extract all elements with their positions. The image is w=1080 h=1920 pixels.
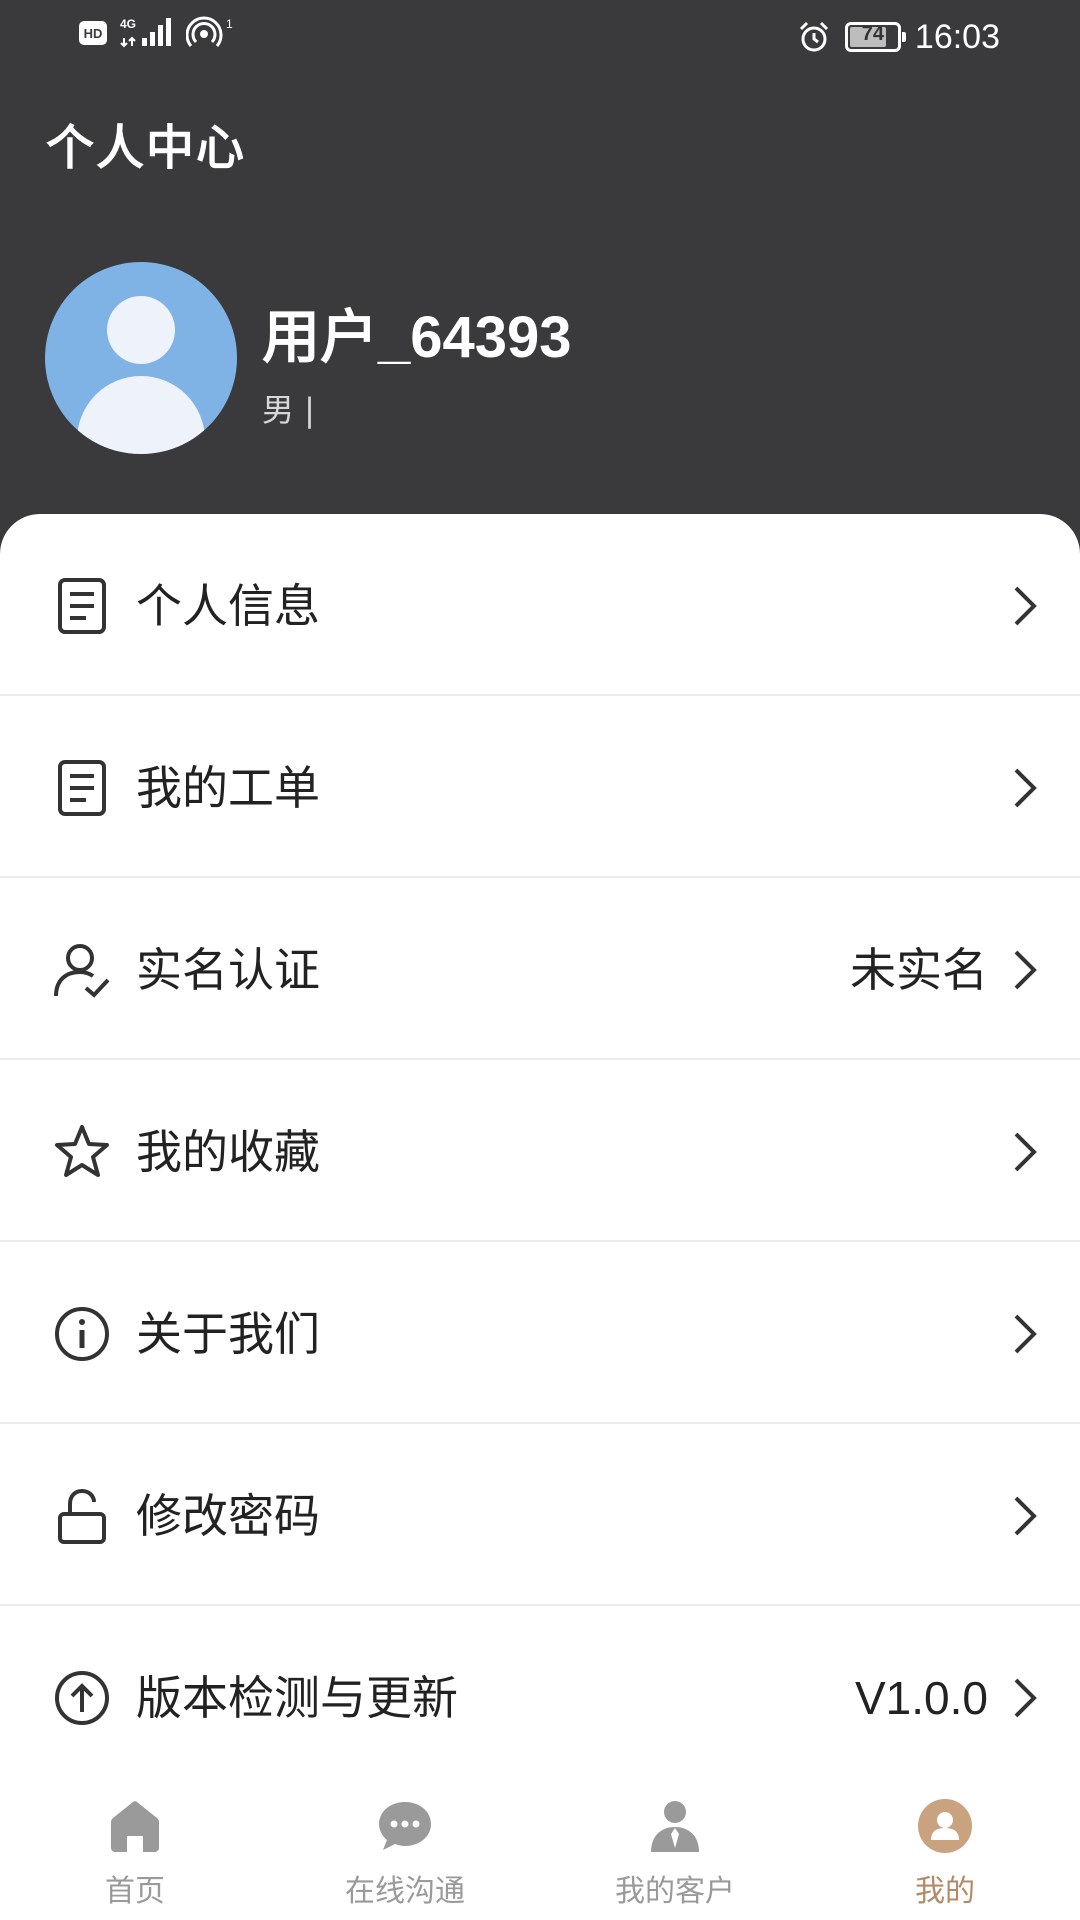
chevron-right-icon bbox=[1014, 586, 1037, 626]
chevron-right-icon bbox=[1014, 1496, 1037, 1536]
info-icon bbox=[55, 1307, 109, 1361]
menu-item-favorites[interactable]: 我的收藏 bbox=[0, 1060, 1080, 1242]
battery-icon: 74 bbox=[844, 22, 906, 52]
signal-icon: 4G bbox=[120, 17, 171, 48]
username: 用户_64393 bbox=[262, 305, 572, 370]
tab-label: 在线沟通 bbox=[345, 1874, 465, 1909]
chevron-right-icon bbox=[1014, 1132, 1037, 1172]
chevron-right-icon bbox=[1014, 768, 1037, 808]
hotspot-count-text: 1 bbox=[226, 17, 233, 31]
tab-online-chat[interactable]: 在线沟通 bbox=[270, 1770, 540, 1920]
menu-item-label: 个人信息 bbox=[136, 579, 320, 633]
customer-icon bbox=[651, 1801, 699, 1852]
page-title: 个人中心 bbox=[46, 120, 247, 176]
status-bar: HD 4G 1 74 16:03 bbox=[0, 0, 1080, 78]
tab-mine[interactable]: 我的 bbox=[810, 1770, 1080, 1920]
battery-level: 74 bbox=[861, 23, 885, 45]
menu-item-real-name-auth[interactable]: 实名认证 未实名 bbox=[0, 878, 1080, 1060]
menu-item-label: 修改密码 bbox=[136, 1489, 320, 1543]
chat-icon bbox=[379, 1802, 431, 1850]
chevron-right-icon bbox=[1014, 1678, 1037, 1718]
hd-icon: HD bbox=[79, 21, 107, 45]
bottom-nav: 首页 在线沟通 我的客户 我的 bbox=[0, 1770, 1080, 1920]
star-icon bbox=[55, 1125, 109, 1177]
alarm-icon bbox=[799, 21, 828, 52]
status-right: 74 16:03 bbox=[797, 14, 1000, 60]
menu-item-label: 我的工单 bbox=[136, 761, 320, 815]
tab-my-customers[interactable]: 我的客户 bbox=[540, 1770, 810, 1920]
version-number: V1.0.0 bbox=[855, 1672, 988, 1724]
user-gender: 男 | bbox=[262, 391, 315, 429]
chevron-right-icon bbox=[1014, 1314, 1037, 1354]
menu-item-label: 实名认证 bbox=[136, 943, 320, 997]
avatar-head bbox=[107, 296, 175, 364]
home-icon bbox=[111, 1801, 159, 1852]
user-verify-icon bbox=[54, 944, 110, 998]
status-time: 16:03 bbox=[914, 18, 1000, 56]
profile-icon bbox=[918, 1799, 972, 1853]
tab-home[interactable]: 首页 bbox=[0, 1770, 270, 1920]
hd-text: HD bbox=[84, 26, 103, 41]
tab-label: 我的 bbox=[915, 1874, 975, 1909]
menu-item-change-password[interactable]: 修改密码 bbox=[0, 1424, 1080, 1606]
menu-item-work-orders[interactable]: 我的工单 bbox=[0, 696, 1080, 878]
tab-label: 我的客户 bbox=[615, 1874, 735, 1909]
document-icon bbox=[58, 760, 106, 816]
menu-item-about-us[interactable]: 关于我们 bbox=[0, 1242, 1080, 1424]
real-name-status: 未实名 bbox=[850, 943, 988, 997]
avatar-body bbox=[77, 376, 205, 454]
menu-item-label: 我的收藏 bbox=[136, 1125, 320, 1179]
upload-arrow-icon bbox=[55, 1671, 109, 1725]
document-icon bbox=[58, 578, 106, 634]
tab-label: 首页 bbox=[105, 1874, 165, 1909]
network-type-text: 4G bbox=[120, 17, 136, 31]
hotspot-icon: 1 bbox=[186, 16, 233, 47]
lock-icon bbox=[58, 1488, 106, 1544]
status-left: HD 4G 1 bbox=[78, 16, 234, 50]
menu-item-label: 关于我们 bbox=[136, 1307, 320, 1361]
chevron-right-icon bbox=[1014, 950, 1037, 990]
menu-item-version-update[interactable]: 版本检测与更新 V1.0.0 bbox=[0, 1606, 1080, 1788]
menu-item-label: 版本检测与更新 bbox=[136, 1671, 458, 1725]
avatar[interactable] bbox=[45, 262, 237, 454]
menu-item-personal-info[interactable]: 个人信息 bbox=[0, 514, 1080, 696]
menu-card: 个人信息 我的工单 实名认证 未实名 我的收藏 关于我们 修改密码 版本检测与更… bbox=[0, 514, 1080, 1920]
